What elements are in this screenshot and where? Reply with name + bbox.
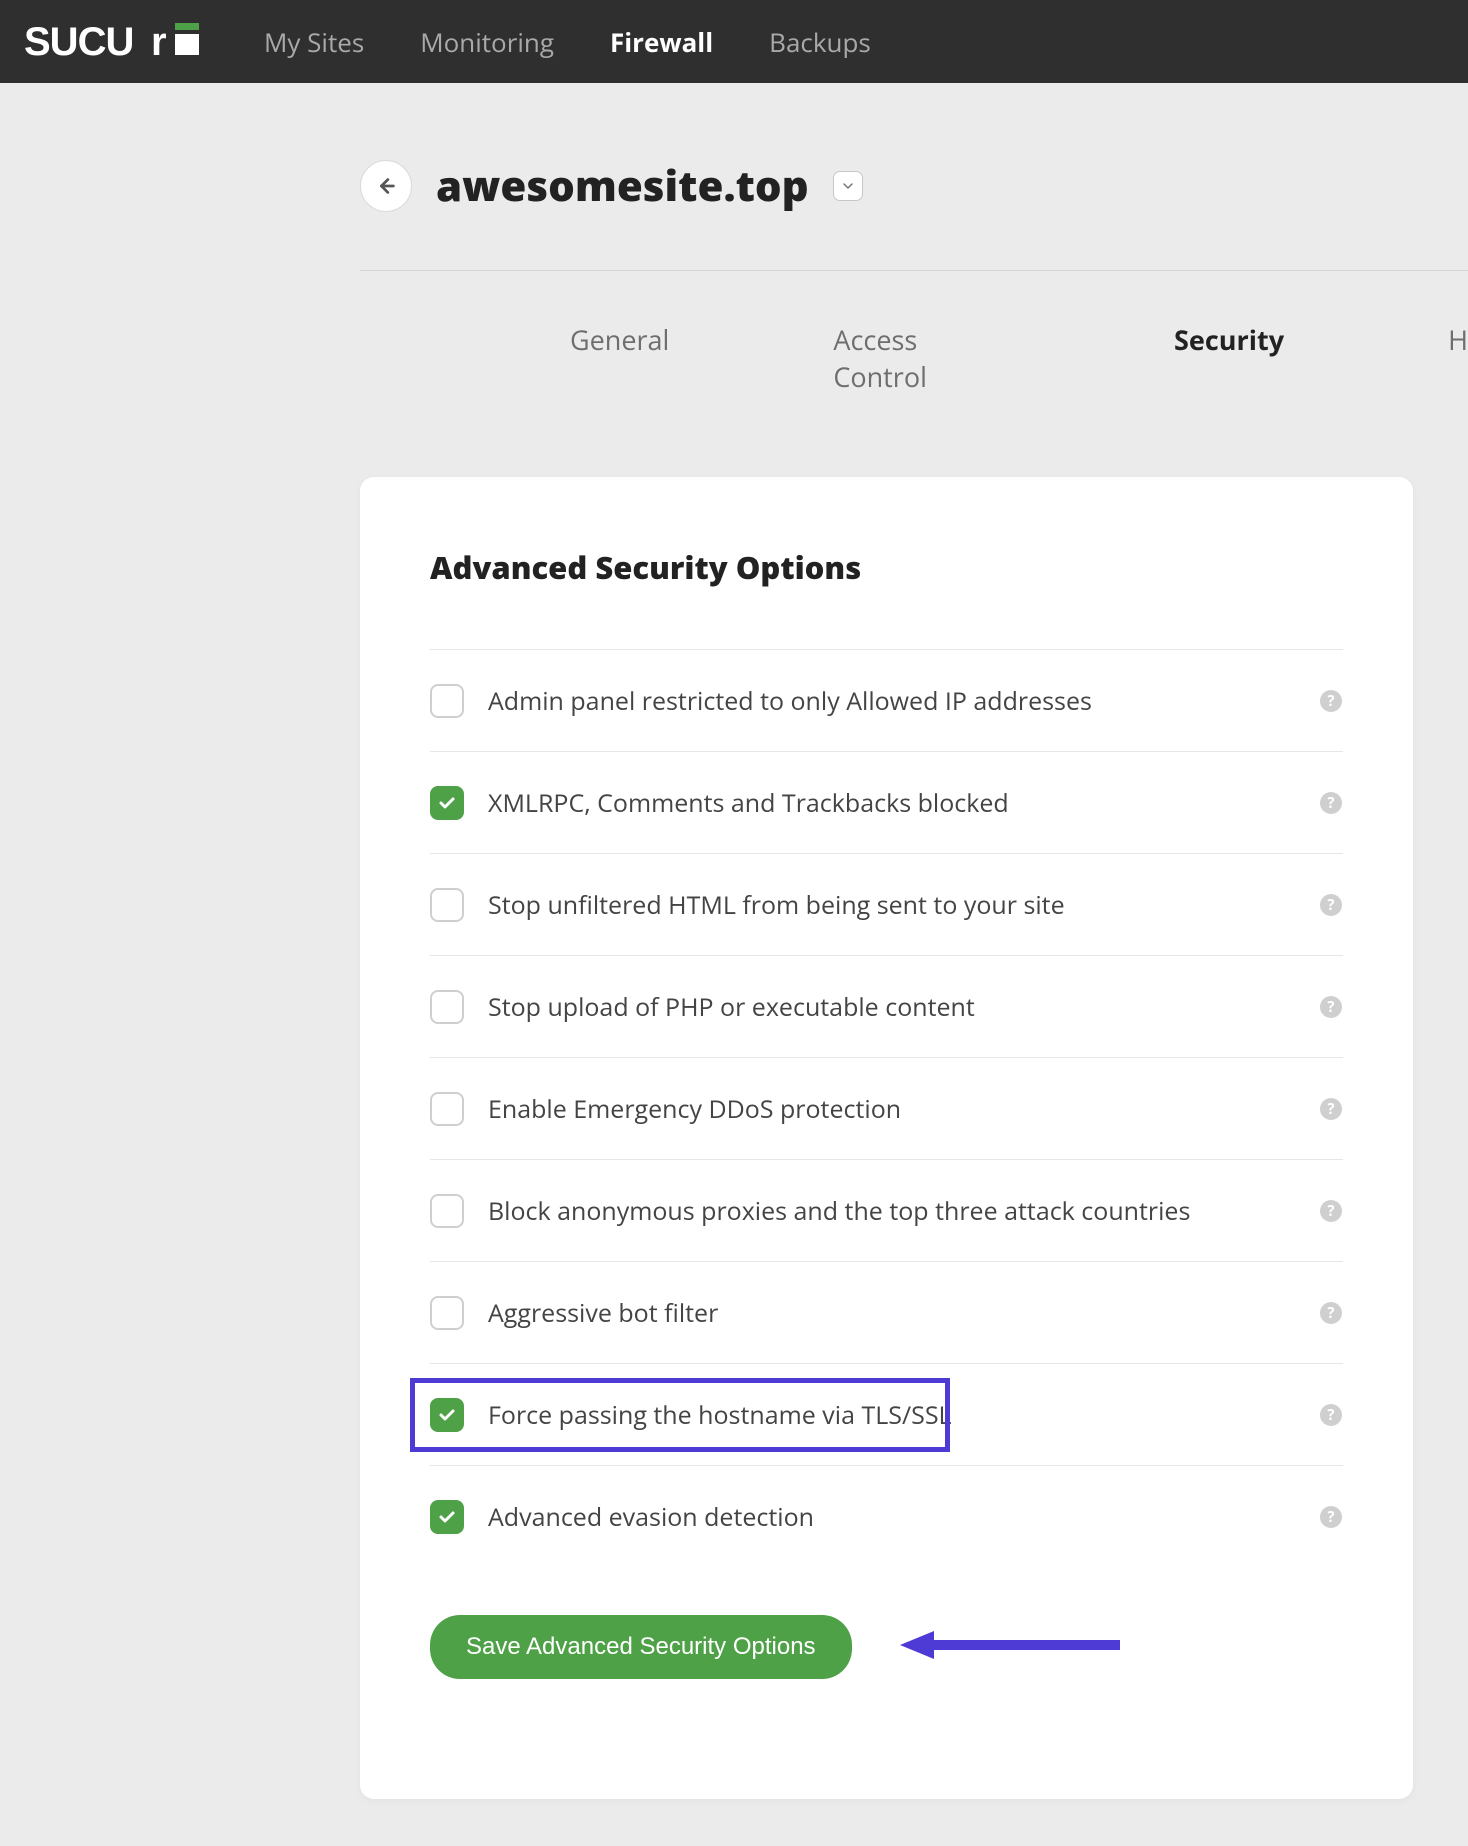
option-row: Stop unfiltered HTML from being sent to … bbox=[430, 853, 1343, 955]
svg-text:?: ? bbox=[1327, 793, 1334, 813]
option-row: Advanced evasion detection ? bbox=[430, 1465, 1343, 1567]
tab-security[interactable]: Security bbox=[1174, 321, 1284, 395]
annotation-arrow-icon bbox=[900, 1625, 1120, 1670]
subtabs: General Access Control Security H bbox=[360, 321, 1468, 395]
option-row: Aggressive bot filter ? bbox=[430, 1261, 1343, 1363]
header-divider bbox=[360, 270, 1468, 271]
option-checkbox[interactable] bbox=[430, 786, 464, 820]
svg-text:?: ? bbox=[1327, 895, 1334, 915]
svg-text:?: ? bbox=[1327, 1201, 1334, 1221]
help-icon[interactable]: ? bbox=[1319, 1301, 1343, 1325]
svg-text:SUCU: SUCU bbox=[24, 20, 133, 64]
option-label: Enable Emergency DDoS protection bbox=[488, 1092, 1319, 1126]
site-title: awesomesite.top bbox=[436, 157, 809, 214]
option-checkbox[interactable] bbox=[430, 990, 464, 1024]
check-icon bbox=[437, 1507, 457, 1527]
tab-https-ssl[interactable]: H bbox=[1448, 321, 1468, 395]
save-button[interactable]: Save Advanced Security Options bbox=[430, 1615, 852, 1679]
option-label: Block anonymous proxies and the top thre… bbox=[488, 1194, 1319, 1228]
option-row: Block anonymous proxies and the top thre… bbox=[430, 1159, 1343, 1261]
option-label: Stop unfiltered HTML from being sent to … bbox=[488, 888, 1319, 922]
option-row: Force passing the hostname via TLS/SSL ? bbox=[430, 1363, 1343, 1465]
option-checkbox[interactable] bbox=[430, 1194, 464, 1228]
help-icon[interactable]: ? bbox=[1319, 689, 1343, 713]
nav-item-backups[interactable]: Backups bbox=[769, 24, 871, 60]
site-dropdown[interactable] bbox=[833, 171, 863, 201]
top-nav: SUCU r My Sites Monitoring Firewall Back… bbox=[0, 0, 1468, 83]
page-header: awesomesite.top bbox=[360, 157, 1468, 214]
svg-text:?: ? bbox=[1327, 997, 1334, 1017]
save-row: Save Advanced Security Options bbox=[430, 1615, 1343, 1679]
option-checkbox[interactable] bbox=[430, 1296, 464, 1330]
check-icon bbox=[437, 793, 457, 813]
arrow-left-icon bbox=[375, 175, 397, 197]
check-icon bbox=[437, 1405, 457, 1425]
option-row: Admin panel restricted to only Allowed I… bbox=[430, 649, 1343, 751]
nav-items: My Sites Monitoring Firewall Backups bbox=[264, 24, 871, 60]
nav-item-monitoring[interactable]: Monitoring bbox=[420, 24, 554, 60]
nav-item-my-sites[interactable]: My Sites bbox=[264, 24, 364, 60]
tab-access-control[interactable]: Access Control bbox=[833, 321, 1010, 395]
option-row: XMLRPC, Comments and Trackbacks blocked … bbox=[430, 751, 1343, 853]
option-label: Admin panel restricted to only Allowed I… bbox=[488, 684, 1319, 718]
nav-item-firewall[interactable]: Firewall bbox=[610, 24, 713, 60]
card-title: Advanced Security Options bbox=[430, 547, 1343, 589]
option-checkbox[interactable] bbox=[430, 888, 464, 922]
help-icon[interactable]: ? bbox=[1319, 1097, 1343, 1121]
help-icon[interactable]: ? bbox=[1319, 1199, 1343, 1223]
svg-text:r: r bbox=[151, 20, 167, 64]
option-checkbox[interactable] bbox=[430, 684, 464, 718]
help-icon[interactable]: ? bbox=[1319, 893, 1343, 917]
tab-general[interactable]: General bbox=[570, 321, 669, 395]
option-checkbox[interactable] bbox=[430, 1092, 464, 1126]
help-icon[interactable]: ? bbox=[1319, 1403, 1343, 1427]
option-checkbox[interactable] bbox=[430, 1398, 464, 1432]
option-label: Aggressive bot filter bbox=[488, 1296, 1319, 1330]
svg-text:?: ? bbox=[1327, 691, 1334, 711]
svg-text:?: ? bbox=[1327, 1303, 1334, 1323]
svg-text:?: ? bbox=[1327, 1405, 1334, 1425]
option-label: Stop upload of PHP or executable content bbox=[488, 990, 1319, 1024]
back-button[interactable] bbox=[360, 160, 412, 212]
help-icon[interactable]: ? bbox=[1319, 791, 1343, 815]
option-label: Force passing the hostname via TLS/SSL bbox=[488, 1398, 1319, 1432]
option-label: XMLRPC, Comments and Trackbacks blocked bbox=[488, 786, 1319, 820]
svg-text:?: ? bbox=[1327, 1099, 1334, 1119]
option-row: Stop upload of PHP or executable content… bbox=[430, 955, 1343, 1057]
brand-logo: SUCU r bbox=[24, 19, 214, 65]
option-checkbox[interactable] bbox=[430, 1500, 464, 1534]
sucuri-logo-icon: SUCU r bbox=[24, 19, 214, 65]
security-options-card: Advanced Security Options Admin panel re… bbox=[360, 477, 1413, 1799]
chevron-down-icon bbox=[842, 180, 854, 192]
svg-text:?: ? bbox=[1327, 1507, 1334, 1527]
help-icon[interactable]: ? bbox=[1319, 1505, 1343, 1529]
option-row: Enable Emergency DDoS protection ? bbox=[430, 1057, 1343, 1159]
option-label: Advanced evasion detection bbox=[488, 1500, 1319, 1534]
help-icon[interactable]: ? bbox=[1319, 995, 1343, 1019]
